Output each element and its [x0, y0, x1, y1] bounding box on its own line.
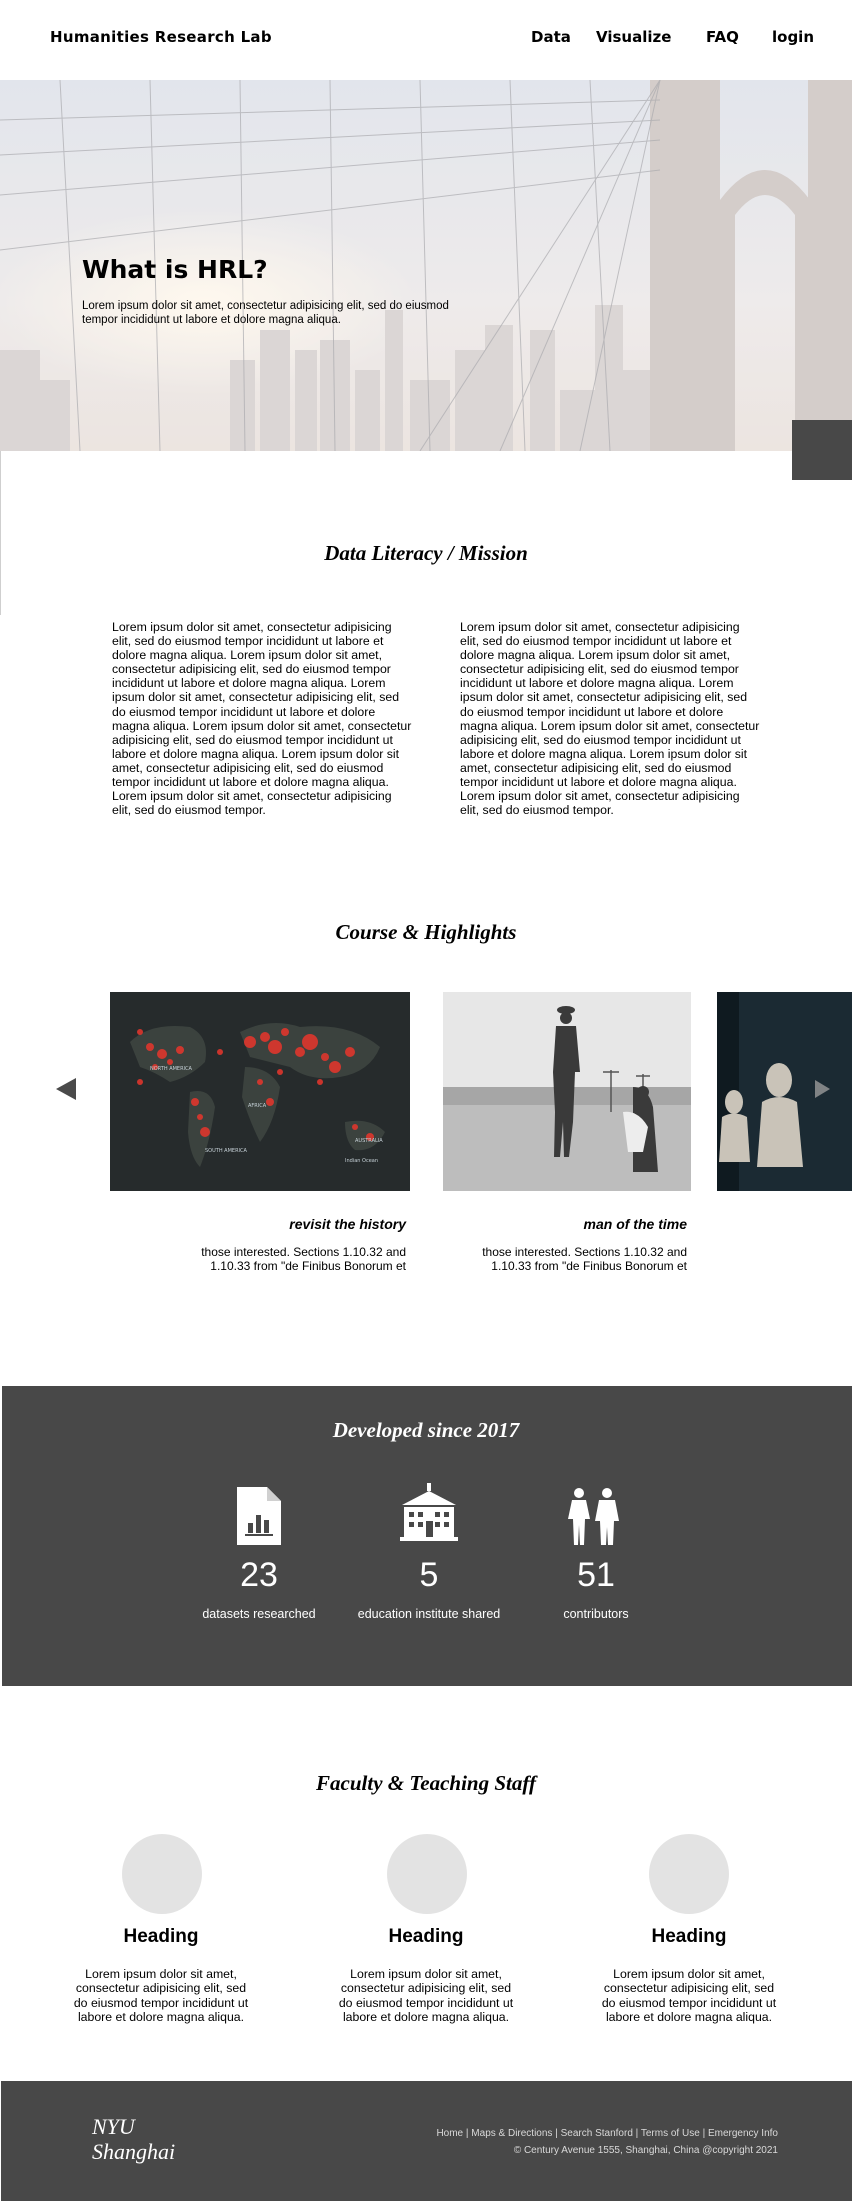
card-title[interactable]: revisit the history	[110, 1216, 406, 1232]
footer-link-terms[interactable]: Terms of Use	[641, 2128, 700, 2139]
faculty-heading: Heading	[388, 1926, 464, 1947]
faculty-text: Lorem ipsum dolor sit amet, consectetur …	[601, 1967, 777, 2024]
nav-login[interactable]: login	[772, 28, 814, 46]
stat-label: contributors	[563, 1607, 629, 1621]
nav-visualize[interactable]: Visualize	[596, 28, 671, 46]
world-map-image: NORTH AMERICA SOUTH AMERICA AFRICA India…	[110, 992, 410, 1191]
carousel-next-arrow-icon[interactable]	[815, 1080, 830, 1098]
hero-dark-block	[792, 420, 852, 480]
card-text-line: those interested. Sections 1.10.32 and	[201, 1245, 406, 1259]
footer-link-home[interactable]: Home	[436, 2128, 463, 2139]
card-text-line: 1.10.33 from "de Finibus Bonorum et	[491, 1259, 687, 1273]
footer-address: © Century Avenue 1555, Shanghai, China @…	[513, 2145, 778, 2156]
stat-number: 5	[419, 1556, 439, 1594]
institution-building-icon	[400, 1483, 458, 1541]
historic-photo-image	[443, 992, 691, 1191]
footer-brand[interactable]: NYU Shanghai	[92, 2114, 175, 2164]
faculty-text: Lorem ipsum dolor sit amet, consectetur …	[338, 1967, 514, 2024]
mission-text-left: Lorem ipsum dolor sit amet, consectetur …	[112, 620, 412, 818]
busts-photo-image	[717, 992, 852, 1191]
map-label: SOUTH AMERICA	[205, 1148, 248, 1154]
site-brand[interactable]: Humanities Research Lab	[50, 28, 272, 46]
footer-separator: |	[702, 2128, 706, 2139]
footer-separator: |	[635, 2128, 639, 2139]
stat-number: 23	[240, 1556, 278, 1594]
footer-separator: |	[555, 2128, 558, 2139]
avatar	[387, 1834, 467, 1914]
people-icon	[568, 1488, 619, 1545]
footer-link-search[interactable]: Search Stanford	[561, 2128, 633, 2139]
faculty-heading: Heading	[123, 1926, 199, 1947]
footer-link-emergency[interactable]: Emergency Info	[708, 2128, 778, 2139]
document-chart-icon	[237, 1487, 281, 1545]
hero-title: What is HRL?	[82, 255, 268, 284]
stats-title: Developed since 2017	[332, 1418, 520, 1442]
footer-link-maps[interactable]: Maps & Directions	[471, 2128, 552, 2139]
faculty-heading: Heading	[651, 1926, 727, 1947]
mission-title: Data Literacy / Mission	[324, 541, 528, 565]
footer-brand-line: Shanghai	[92, 2139, 176, 2164]
card-title[interactable]: man of the time	[443, 1216, 687, 1232]
footer-links: Home | Maps & Directions | Search Stanfo…	[436, 2128, 778, 2139]
faculty-title: Faculty & Teaching Staff	[316, 1771, 536, 1795]
divider-line	[0, 451, 1, 615]
map-label: Indian Ocean	[345, 1158, 378, 1164]
card-image-historic-photo[interactable]	[443, 992, 691, 1191]
footer-separator: |	[465, 2128, 469, 2139]
nav-faq[interactable]: FAQ	[706, 28, 739, 46]
card-text-line: those interested. Sections 1.10.32 and	[482, 1245, 687, 1259]
map-label: NORTH AMERICA	[150, 1066, 193, 1072]
nav-data[interactable]: Data	[531, 28, 571, 46]
map-label: AUSTRALIA	[355, 1138, 383, 1144]
card-text-line: 1.10.33 from "de Finibus Bonorum et	[210, 1259, 406, 1273]
card-image-world-map[interactable]: NORTH AMERICA SOUTH AMERICA AFRICA India…	[110, 992, 410, 1191]
carousel-prev-arrow-icon[interactable]	[56, 1078, 76, 1100]
faculty-text: Lorem ipsum dolor sit amet, consectetur …	[73, 1967, 249, 2024]
card-image-busts[interactable]	[717, 992, 852, 1191]
mission-text-right: Lorem ipsum dolor sit amet, consectetur …	[460, 620, 760, 818]
avatar	[649, 1834, 729, 1914]
map-label: AFRICA	[248, 1103, 267, 1109]
stat-number: 51	[577, 1556, 615, 1594]
avatar	[122, 1834, 202, 1914]
courses-title: Course & Highlights	[335, 920, 517, 944]
footer-brand-line: NYU	[92, 2114, 135, 2139]
hero-text: Lorem ipsum dolor sit amet, consectetur …	[82, 300, 449, 326]
